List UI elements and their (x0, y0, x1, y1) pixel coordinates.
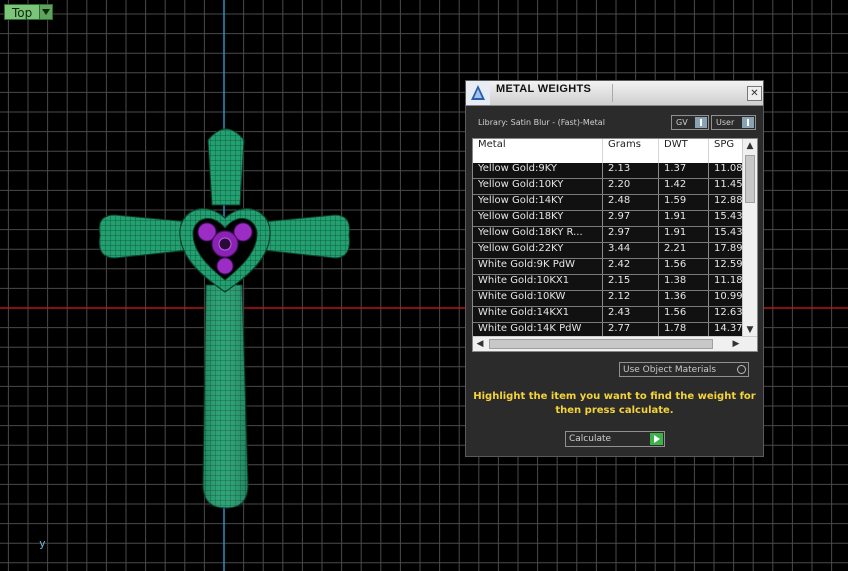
user-toggle[interactable]: User (711, 115, 756, 130)
viewport-label-text[interactable]: Top (4, 4, 41, 20)
toggle-icon (695, 117, 707, 128)
table-header: Metal Grams DWT SPG (473, 139, 745, 164)
table-cell-dwt: 1.56 (659, 307, 709, 322)
table-cell-spg: 11.45 (714, 179, 743, 190)
table-cell-dwt: 1.91 (659, 227, 709, 242)
gv-label: GV (676, 118, 688, 127)
table-cell-metal: Yellow Gold:18KY (473, 211, 603, 226)
toggle-icon (742, 117, 754, 128)
use-object-materials-label: Use Object Materials (623, 364, 717, 375)
scroll-down-icon[interactable]: ▼ (743, 323, 757, 337)
table-cell-dwt: 1.42 (659, 179, 709, 194)
table-cell-metal: White Gold:10KW (473, 291, 603, 306)
table-cell-metal: Yellow Gold:9KY (473, 163, 603, 178)
table-cell-spg: 15.43 (714, 227, 743, 238)
use-object-materials-toggle[interactable]: Use Object Materials (619, 362, 749, 377)
table-cell-grams: 2.15 (603, 275, 659, 290)
table-cell-spg: 12.63 (714, 307, 743, 318)
table-cell-dwt: 1.37 (659, 163, 709, 178)
table-cell-metal: Yellow Gold:18KY R... (473, 227, 603, 242)
table-cell-grams: 3.44 (603, 243, 659, 258)
title-separator (612, 84, 613, 102)
metal-table[interactable]: Metal Grams DWT SPG Yellow Gold:9KY 2.13 1… (472, 138, 758, 352)
calculate-button[interactable]: Calculate (565, 431, 665, 447)
metal-weights-panel: METAL WEIGHTS ✕ Library: Satin Blur - (F… (465, 80, 764, 457)
table-row[interactable]: Yellow Gold:14KY 2.48 1.59 12.88 (473, 195, 745, 211)
col-header-spg[interactable]: SPG (709, 139, 745, 163)
play-icon (650, 433, 663, 445)
table-cell-dwt: 2.21 (659, 243, 709, 258)
table-cell-metal: Yellow Gold:14KY (473, 195, 603, 210)
table-cell-grams: 2.20 (603, 179, 659, 194)
table-cell-dwt: 1.38 (659, 275, 709, 290)
col-header-dwt[interactable]: DWT (659, 139, 709, 163)
table-row[interactable]: Yellow Gold:10KY 2.20 1.42 11.45 (473, 179, 745, 195)
table-cell-dwt: 1.59 (659, 195, 709, 210)
viewport-label[interactable]: Top (4, 4, 54, 20)
table-row[interactable]: Yellow Gold:18KY 2.97 1.91 15.43 (473, 211, 745, 227)
table-row[interactable]: White Gold:14KX1 2.43 1.56 12.63 (473, 307, 745, 323)
axis-y-label: y (39, 537, 46, 550)
table-cell-spg: 11.18 (714, 275, 743, 286)
table-cell-spg: 11.08 (714, 163, 743, 174)
table-cell-metal: White Gold:10KX1 (473, 275, 603, 290)
table-cell-metal: White Gold:14KX1 (473, 307, 603, 322)
table-cell-spg: 17.89 (714, 243, 743, 254)
table-row[interactable]: White Gold:10KW 2.12 1.36 10.99 (473, 291, 745, 307)
table-row[interactable]: Yellow Gold:22KY 3.44 2.21 17.89 (473, 243, 745, 259)
table-cell-grams: 2.97 (603, 211, 659, 226)
table-row[interactable]: White Gold:10KX1 2.15 1.38 11.18 (473, 275, 745, 291)
table-cell-spg: 12.88 (714, 195, 743, 206)
gv-toggle[interactable]: GV (671, 115, 709, 130)
table-cell-dwt: 1.36 (659, 291, 709, 306)
horizontal-scrollbar[interactable]: ◀ ▶ (473, 336, 757, 351)
table-cell-grams: 2.43 (603, 307, 659, 322)
vertical-scrollbar[interactable]: ▲ ▼ (742, 139, 757, 337)
table-row[interactable]: White Gold:9K PdW 2.42 1.56 12.59 (473, 259, 745, 275)
col-header-grams[interactable]: Grams (603, 139, 659, 163)
calculate-label: Calculate (569, 434, 612, 444)
table-cell-metal: Yellow Gold:22KY (473, 243, 603, 258)
table-cell-grams: 2.12 (603, 291, 659, 306)
table-cell-spg: 10.99 (714, 291, 743, 302)
chevron-down-icon[interactable] (40, 4, 54, 20)
panel-title: METAL WEIGHTS (496, 83, 592, 95)
table-cell-grams: 2.48 (603, 195, 659, 210)
table-row[interactable]: Yellow Gold:9KY 2.13 1.37 11.08 (473, 163, 745, 179)
panel-titlebar[interactable]: METAL WEIGHTS ✕ (466, 81, 763, 106)
user-label: User (716, 118, 735, 127)
close-icon[interactable]: ✕ (747, 86, 762, 101)
table-cell-spg: 12.59 (714, 259, 743, 270)
col-header-metal[interactable]: Metal (473, 139, 603, 163)
scroll-left-icon[interactable]: ◀ (473, 337, 487, 351)
table-cell-grams: 2.97 (603, 227, 659, 242)
scroll-right-icon[interactable]: ▶ (729, 337, 743, 351)
table-cell-spg: 15.43 (714, 211, 743, 222)
library-label: Library: Satin Blur - (Fast)-Metal (478, 118, 605, 127)
scroll-thumb[interactable] (745, 155, 755, 203)
table-cell-grams: 2.13 (603, 163, 659, 178)
scroll-up-icon[interactable]: ▲ (743, 139, 757, 153)
radio-icon (737, 365, 746, 374)
instruction-text: Highlight the item you want to find the … (473, 391, 756, 416)
app-logo-icon (466, 81, 490, 105)
table-row[interactable]: Yellow Gold:18KY R... 2.97 1.91 15.43 (473, 227, 745, 243)
table-cell-metal: White Gold:9K PdW (473, 259, 603, 274)
table-cell-metal: Yellow Gold:10KY (473, 179, 603, 194)
scroll-thumb[interactable] (489, 339, 713, 349)
table-cell-dwt: 1.56 (659, 259, 709, 274)
table-body: Yellow Gold:9KY 2.13 1.37 11.08 Yellow Gold:… (473, 163, 745, 339)
table-cell-dwt: 1.91 (659, 211, 709, 226)
table-cell-grams: 2.42 (603, 259, 659, 274)
